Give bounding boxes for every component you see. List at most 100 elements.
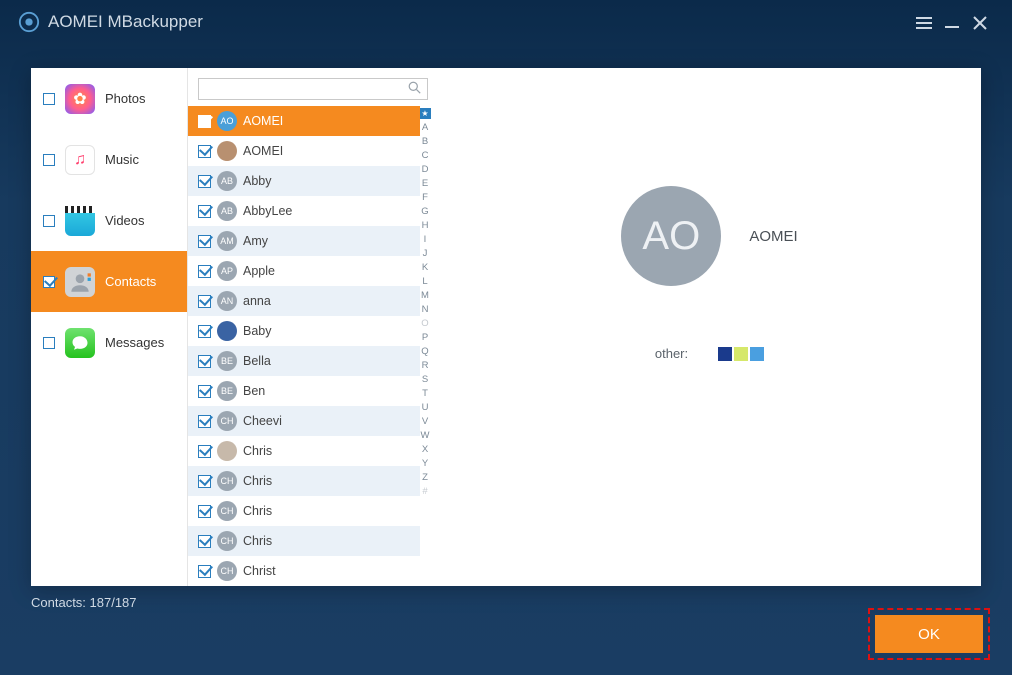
index-letter[interactable]: Q bbox=[421, 346, 428, 357]
sidebar-item-messages[interactable]: Messages bbox=[31, 312, 187, 373]
contact-avatar: AB bbox=[217, 171, 237, 191]
sidebar-item-photos[interactable]: ✿ Photos bbox=[31, 68, 187, 129]
menu-list-icon[interactable] bbox=[910, 12, 938, 33]
contact-checkbox[interactable] bbox=[198, 235, 211, 248]
contact-checkbox[interactable] bbox=[198, 205, 211, 218]
contact-checkbox[interactable] bbox=[198, 115, 211, 128]
checkbox-messages[interactable] bbox=[43, 337, 55, 349]
music-icon: ♫ bbox=[65, 145, 95, 175]
index-letter[interactable]: J bbox=[423, 248, 428, 259]
contact-checkbox[interactable] bbox=[198, 415, 211, 428]
contact-name: Chris bbox=[243, 444, 272, 458]
index-letter[interactable]: Z bbox=[422, 472, 428, 483]
contact-avatar: CH bbox=[217, 501, 237, 521]
contact-row[interactable]: AOMEI bbox=[188, 136, 420, 166]
contact-row[interactable]: AN anna bbox=[188, 286, 420, 316]
checkbox-videos[interactable] bbox=[43, 215, 55, 227]
contact-row[interactable]: BEBen bbox=[188, 376, 420, 406]
contact-row[interactable]: AOAOMEI bbox=[188, 106, 420, 136]
index-letter[interactable]: M bbox=[421, 290, 429, 301]
close-icon[interactable] bbox=[966, 12, 994, 33]
index-letter[interactable]: R bbox=[422, 360, 429, 371]
index-letter[interactable]: C bbox=[422, 150, 429, 161]
contact-checkbox[interactable] bbox=[198, 355, 211, 368]
index-letter[interactable]: # bbox=[422, 486, 427, 497]
contact-checkbox[interactable] bbox=[198, 265, 211, 278]
status-text: Contacts: 187/187 bbox=[31, 595, 137, 610]
contact-row[interactable]: ABAbby bbox=[188, 166, 420, 196]
sidebar-item-videos[interactable]: Videos bbox=[31, 190, 187, 251]
checkbox-music[interactable] bbox=[43, 154, 55, 166]
color-swatch bbox=[734, 347, 748, 361]
contact-name: Chris bbox=[243, 534, 272, 548]
contact-checkbox[interactable] bbox=[198, 385, 211, 398]
index-letter[interactable]: U bbox=[422, 402, 429, 413]
app-logo: AOMEI MBackupper bbox=[18, 11, 910, 33]
index-letter[interactable]: W bbox=[421, 430, 430, 441]
contact-checkbox[interactable] bbox=[198, 175, 211, 188]
color-swatch bbox=[750, 347, 764, 361]
checkbox-photos[interactable] bbox=[43, 93, 55, 105]
minimize-icon[interactable] bbox=[938, 12, 966, 33]
sidebar: ✿ Photos ♫ Music Videos Contacts bbox=[31, 68, 187, 586]
index-letter[interactable]: Y bbox=[422, 458, 428, 469]
alphabet-index[interactable]: ★ ABCDEFGHIJKLMNOPQRSTUVWXYZ # bbox=[420, 106, 430, 497]
sidebar-item-music[interactable]: ♫ Music bbox=[31, 129, 187, 190]
contact-row[interactable]: Baby bbox=[188, 316, 420, 346]
contact-row[interactable]: APApple bbox=[188, 256, 420, 286]
contact-checkbox[interactable] bbox=[198, 505, 211, 518]
index-letter[interactable]: S bbox=[422, 374, 428, 385]
index-letter[interactable]: K bbox=[422, 262, 428, 273]
contact-avatar: AN bbox=[217, 291, 237, 311]
sidebar-item-label: Photos bbox=[105, 91, 145, 106]
contact-list[interactable]: AOAOMEIAOMEIABAbbyABAbbyLeeAMAmyAPAppleA… bbox=[188, 106, 420, 586]
contact-row[interactable]: CHChris bbox=[188, 496, 420, 526]
contact-row[interactable]: ABAbbyLee bbox=[188, 196, 420, 226]
contact-checkbox[interactable] bbox=[198, 145, 211, 158]
index-letter[interactable]: A bbox=[422, 122, 428, 133]
contact-row[interactable]: CHChris bbox=[188, 466, 420, 496]
index-letter[interactable]: V bbox=[422, 416, 428, 427]
contact-row[interactable]: CHChris bbox=[188, 526, 420, 556]
contact-checkbox[interactable] bbox=[198, 535, 211, 548]
search-input[interactable] bbox=[205, 82, 408, 96]
contact-row[interactable]: CHCheevi bbox=[188, 406, 420, 436]
sidebar-item-contacts[interactable]: Contacts bbox=[31, 251, 187, 312]
index-letter[interactable]: I bbox=[424, 234, 427, 245]
contact-list-wrap: AOAOMEIAOMEIABAbbyABAbbyLeeAMAmyAPAppleA… bbox=[188, 106, 438, 586]
index-letter[interactable]: P bbox=[422, 332, 428, 343]
contact-checkbox[interactable] bbox=[198, 295, 211, 308]
index-letter[interactable]: F bbox=[422, 192, 428, 203]
index-letter[interactable]: N bbox=[422, 304, 429, 315]
search-icon[interactable] bbox=[408, 81, 421, 97]
index-letter[interactable]: B bbox=[422, 136, 428, 147]
videos-icon bbox=[65, 206, 95, 236]
checkbox-contacts[interactable] bbox=[43, 276, 55, 288]
index-letter[interactable]: O bbox=[421, 318, 428, 329]
contact-row[interactable]: AMAmy bbox=[188, 226, 420, 256]
contact-row[interactable]: Chris bbox=[188, 436, 420, 466]
contact-name: anna bbox=[243, 294, 271, 308]
index-letter[interactable]: L bbox=[422, 276, 427, 287]
index-letter[interactable]: X bbox=[422, 444, 428, 455]
contact-checkbox[interactable] bbox=[198, 445, 211, 458]
contact-avatar: BE bbox=[217, 351, 237, 371]
index-letter[interactable]: T bbox=[422, 388, 428, 399]
favorites-star-icon[interactable]: ★ bbox=[420, 108, 431, 119]
contact-checkbox[interactable] bbox=[198, 475, 211, 488]
contact-checkbox[interactable] bbox=[198, 565, 211, 578]
index-letter[interactable]: E bbox=[422, 178, 428, 189]
contact-row[interactable]: CHChrist bbox=[188, 556, 420, 586]
index-letter[interactable]: D bbox=[422, 164, 429, 175]
sidebar-item-label: Messages bbox=[105, 335, 164, 350]
ok-button[interactable]: OK bbox=[875, 615, 983, 653]
contact-avatar: CH bbox=[217, 561, 237, 581]
search-box[interactable] bbox=[198, 78, 428, 100]
index-letter[interactable]: G bbox=[421, 206, 428, 217]
contact-row[interactable]: BEBella bbox=[188, 346, 420, 376]
app-title: AOMEI MBackupper bbox=[48, 12, 203, 32]
index-letter[interactable]: H bbox=[422, 220, 429, 231]
contact-name: Amy bbox=[243, 234, 268, 248]
contact-checkbox[interactable] bbox=[198, 325, 211, 338]
detail-other-row: other: bbox=[655, 346, 764, 361]
